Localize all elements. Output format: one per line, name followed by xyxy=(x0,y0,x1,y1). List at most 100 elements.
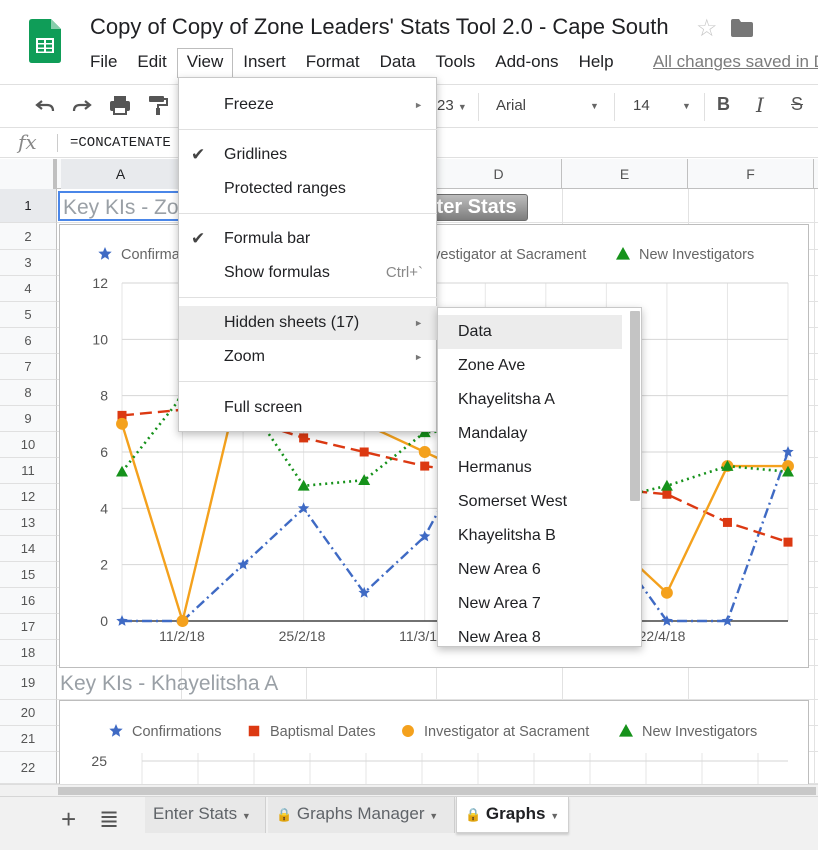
row-header-7[interactable]: 7 xyxy=(0,354,57,380)
paint-format-icon[interactable] xyxy=(146,93,170,117)
sheet-tab-graphs-manager[interactable]: 🔒 Graphs Manager ▼ xyxy=(268,797,455,833)
bold-button[interactable]: B xyxy=(717,94,730,115)
menu-addons[interactable]: Add-ons xyxy=(485,48,568,78)
menu-edit[interactable]: Edit xyxy=(127,48,176,78)
row-header-13[interactable]: 13 xyxy=(0,510,57,536)
row-header-2[interactable]: 2 xyxy=(0,223,57,250)
chevron-down-icon[interactable]: ▼ xyxy=(550,811,559,821)
row-header-15[interactable]: 15 xyxy=(0,562,57,588)
menu-item-hidden-sheets[interactable]: Hidden sheets (17) ► xyxy=(179,306,437,340)
menu-data[interactable]: Data xyxy=(370,48,426,78)
folder-icon[interactable] xyxy=(731,19,753,37)
row-header-3[interactable]: 3 xyxy=(0,250,57,276)
row-header-19[interactable]: 19 xyxy=(0,666,57,700)
save-status-link[interactable]: All changes saved in Drive xyxy=(653,52,818,72)
chart-khayelitsha-a[interactable]: Confirmations Baptismal Dates Investigator… xyxy=(59,700,809,786)
column-header-d[interactable]: D xyxy=(436,159,562,189)
row-header-17[interactable]: 17 xyxy=(0,614,57,640)
redo-icon[interactable] xyxy=(70,93,94,117)
menu-item-label: Gridlines xyxy=(224,146,288,163)
menu-item-zoom[interactable]: Zoom ► xyxy=(179,340,437,374)
menu-view[interactable]: View xyxy=(176,48,234,78)
submenu-scrollbar[interactable] xyxy=(630,311,640,501)
sheet-tab-enter-stats[interactable]: Enter Stats ▼ xyxy=(145,797,266,833)
font-size-select[interactable]: 14 xyxy=(633,97,650,114)
font-caret-icon[interactable]: ▼ xyxy=(590,101,599,111)
sheet-tab-label: Graphs Manager xyxy=(296,804,425,823)
font-size-partial[interactable]: 23 ▼ xyxy=(437,97,467,114)
horizontal-scrollbar[interactable] xyxy=(0,784,818,796)
menu-item-freeze[interactable]: Freeze ► xyxy=(179,88,437,122)
row-header-4[interactable]: 4 xyxy=(0,276,57,302)
menu-item-formula-bar[interactable]: ✔ Formula bar xyxy=(179,222,437,256)
row-header-6[interactable]: 6 xyxy=(0,328,57,354)
row-header-20[interactable]: 20 xyxy=(0,700,57,726)
data-point xyxy=(662,489,672,499)
row-header-22[interactable]: 22 xyxy=(0,752,57,784)
legend-label: Investigator at Sacrament xyxy=(424,724,589,740)
x-tick-label: 22/4/18 xyxy=(639,628,686,644)
menu-tools[interactable]: Tools xyxy=(426,48,486,78)
row-header-16[interactable]: 16 xyxy=(0,588,57,614)
menu-item-show-formulas[interactable]: Show formulas Ctrl+` xyxy=(179,256,437,290)
row-header-1[interactable]: 1 xyxy=(0,189,57,223)
row-header-14[interactable]: 14 xyxy=(0,536,57,562)
y-tick-label: 4 xyxy=(100,500,108,516)
column-header-a[interactable]: A xyxy=(61,159,181,189)
row-header-10[interactable]: 10 xyxy=(0,432,57,458)
hidden-sheet-data[interactable]: Data xyxy=(438,315,622,349)
header: Copy of Copy of Zone Leaders' Stats Tool… xyxy=(0,0,818,84)
hidden-sheet-new-area-6[interactable]: New Area 6 xyxy=(438,553,622,587)
formula-input[interactable]: =CONCATENATE xyxy=(70,135,171,151)
menu-item-full-screen[interactable]: Full screen xyxy=(179,391,437,425)
hidden-sheet-hermanus[interactable]: Hermanus xyxy=(438,451,622,485)
menu-item-gridlines[interactable]: ✔ Gridlines xyxy=(179,138,437,172)
row-header-11[interactable]: 11 xyxy=(0,458,57,484)
menu-help[interactable]: Help xyxy=(569,48,624,78)
menu-divider xyxy=(179,381,437,382)
all-sheets-icon[interactable]: ≣ xyxy=(99,805,119,834)
menu-item-label: Zoom xyxy=(224,348,265,365)
sheets-logo-icon[interactable] xyxy=(29,19,61,63)
column-header-e[interactable]: E xyxy=(562,159,688,189)
row-header-18[interactable]: 18 xyxy=(0,640,57,666)
italic-button[interactable]: I xyxy=(756,93,764,117)
undo-icon[interactable] xyxy=(33,93,57,117)
hidden-sheet-new-area-7[interactable]: New Area 7 xyxy=(438,587,622,621)
add-sheet-icon[interactable]: + xyxy=(61,804,76,835)
toolbar-separator xyxy=(704,93,705,121)
lock-icon: 🔒 xyxy=(465,807,482,822)
hidden-sheet-new-area-8[interactable]: New Area 8 xyxy=(438,621,622,646)
document-title[interactable]: Copy of Copy of Zone Leaders' Stats Tool… xyxy=(90,14,669,40)
data-point xyxy=(722,517,732,527)
legend-marker xyxy=(616,247,630,260)
hidden-sheet-mandalay[interactable]: Mandalay xyxy=(438,417,622,451)
cell-a19[interactable]: Key KIs - Khayelitsha A xyxy=(60,672,278,696)
menu-insert[interactable]: Insert xyxy=(233,48,296,78)
hidden-sheet-khayelitsha-b[interactable]: Khayelitsha B xyxy=(438,519,622,553)
hidden-sheet-zone-ave[interactable]: Zone Ave xyxy=(438,349,622,383)
star-icon[interactable]: ☆ xyxy=(696,14,718,43)
menu-file[interactable]: File xyxy=(80,48,127,78)
select-all-corner[interactable] xyxy=(0,159,57,189)
row-header-8[interactable]: 8 xyxy=(0,380,57,406)
submenu-arrow-icon: ► xyxy=(414,352,423,362)
row-header-9[interactable]: 9 xyxy=(0,406,57,432)
hidden-sheet-somerset-west[interactable]: Somerset West xyxy=(438,485,622,519)
chevron-down-icon[interactable]: ▼ xyxy=(242,811,251,821)
menu-item-protected-ranges[interactable]: Protected ranges xyxy=(179,172,437,206)
hidden-sheet-khayelitsha-a[interactable]: Khayelitsha A xyxy=(438,383,622,417)
column-header-f[interactable]: F xyxy=(688,159,814,189)
submenu-arrow-icon: ► xyxy=(414,100,423,110)
strikethrough-button[interactable]: S xyxy=(791,94,803,115)
horizontal-scroll-thumb[interactable] xyxy=(58,787,816,795)
print-icon[interactable] xyxy=(108,93,132,117)
size-caret-icon[interactable]: ▼ xyxy=(682,101,691,111)
row-header-12[interactable]: 12 xyxy=(0,484,57,510)
menu-format[interactable]: Format xyxy=(296,48,370,78)
row-header-21[interactable]: 21 xyxy=(0,726,57,752)
font-family-select[interactable]: Arial xyxy=(496,97,526,114)
sheet-tab-graphs[interactable]: 🔒 Graphs ▼ xyxy=(456,797,569,833)
row-header-5[interactable]: 5 xyxy=(0,302,57,328)
chevron-down-icon[interactable]: ▼ xyxy=(429,811,438,821)
